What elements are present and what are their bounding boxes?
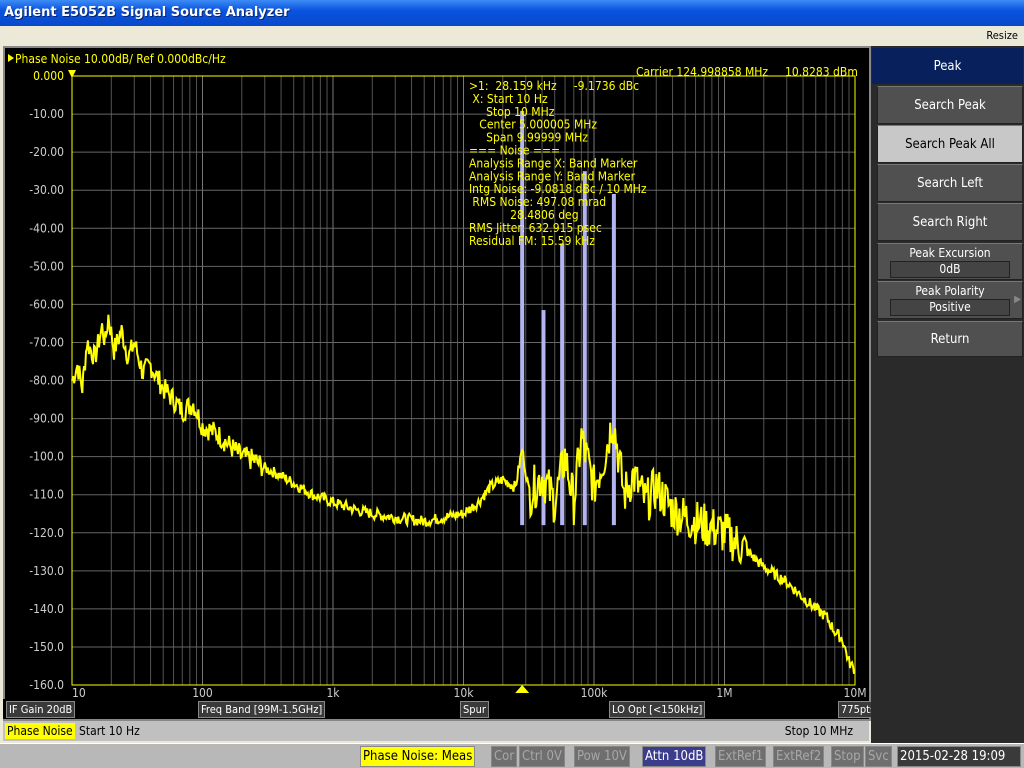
title-bar: Agilent E5052B Signal Source Analyzer [0, 0, 1024, 26]
marker-readout-line: Analysis Range X: Band Marker [469, 156, 638, 170]
trace-header-label: Phase Noise 10.00dB/ Ref 0.000dBc/Hz [15, 52, 226, 66]
softkey-title: Peak [872, 48, 1023, 84]
y-tick-label: -60.00 [29, 297, 64, 311]
y-tick-label: -130.0 [29, 564, 64, 578]
marker-triangle[interactable] [515, 685, 530, 693]
marker-readout-line: >1: 28.159 kHz -9.1736 dBc [469, 79, 639, 93]
chart-svg: Phase Noise 10.00dB/ Ref 0.000dBc/Hz Car… [8, 52, 867, 700]
marker-readout-line: Intg Noise: -9.0818 dBc / 10 MHz [469, 182, 647, 196]
y-tick-label: -50.00 [29, 259, 64, 273]
marker-readout-line: Center 5.000005 MHz [469, 118, 597, 132]
peak-polarity-value: Positive [890, 299, 1010, 316]
reference-marker-icon [68, 70, 76, 78]
y-tick-label: 0.000 [33, 69, 64, 83]
marker-readout-line: Stop 10 MHz [469, 105, 555, 119]
window-title: Agilent E5052B Signal Source Analyzer [4, 5, 290, 20]
y-tick-label: -20.00 [29, 145, 64, 159]
cor-indicator: Cor [491, 746, 518, 767]
phase-noise-chart: Phase Noise 10.00dB/ Ref 0.000dBc/Hz Car… [3, 46, 871, 721]
start-frequency: Start 10 Hz [79, 724, 140, 738]
marker-readout-line: RMS Jitter: 632.915 psec [469, 221, 602, 235]
peak-excursion-label: Peak Excursion [909, 246, 991, 260]
submenu-arrow-icon: ▶ [1014, 294, 1021, 305]
marker-readout-line: X: Start 10 Hz [469, 92, 548, 106]
marker-readout-line: Analysis Range Y: Band Marker [469, 169, 636, 183]
search-peak-button[interactable]: Search Peak [877, 86, 1023, 124]
search-right-button[interactable]: Search Right [877, 203, 1023, 241]
peak-excursion-button[interactable]: Peak Excursion 0dB [877, 243, 1023, 280]
search-left-button[interactable]: Search Left [877, 164, 1023, 202]
status-bar: Phase Noise: Meas Cor Ctrl 0V Pow 10V At… [0, 743, 1024, 768]
x-tick-label: 10k [454, 686, 475, 699]
attn-indicator: Attn 10dB [642, 746, 707, 767]
y-tick-label: -80.00 [29, 374, 64, 388]
x-tick-label: 100 [192, 686, 213, 699]
marker-readout-line: Residual FM: 15.59 kHz [469, 234, 595, 248]
y-tick-label: -90.00 [29, 412, 64, 426]
x-tick-label: 1k [326, 686, 340, 699]
datetime: 2015-02-28 19:09 [897, 746, 1021, 767]
x-tick-label: 100k [581, 686, 609, 699]
peak-polarity-button[interactable]: Peak Polarity Positive ▶ [877, 281, 1023, 319]
peak-excursion-value: 0dB [890, 261, 1010, 278]
y-tick-label: -110.0 [29, 488, 64, 502]
meas-label: Phase Noise [5, 723, 75, 739]
meas-indicator: Phase Noise: Meas [360, 746, 476, 767]
y-tick-label: -160.0 [29, 678, 64, 692]
ctrl-indicator: Ctrl 0V [519, 746, 565, 767]
trace-active-icon [8, 54, 14, 62]
y-tick-label: -140.0 [29, 602, 64, 616]
y-tick-label: -100.0 [29, 450, 64, 464]
extref1-indicator: ExtRef1 [715, 746, 767, 767]
sweep-row: Phase Noise Start 10 Hz Stop 10 MHz [3, 721, 869, 741]
search-peak-all-button[interactable]: Search Peak All [877, 125, 1023, 163]
marker-readout-line: RMS Noise: 497.08 mrad [469, 195, 606, 209]
y-tick-label: -40.00 [29, 221, 64, 235]
spur-bar [611, 193, 616, 526]
pow-indicator: Pow 10V [574, 746, 630, 767]
stop-frequency: Stop 10 MHz [784, 724, 853, 738]
return-button[interactable]: Return [877, 321, 1023, 357]
y-tick-label: -10.00 [29, 107, 64, 121]
x-tick-label: 10M [843, 686, 866, 699]
y-tick-label: -120.0 [29, 526, 64, 540]
carrier-power: 10.8283 dBm [785, 65, 858, 79]
stop-indicator: Stop [831, 746, 864, 767]
marker-readout-line: 28.4806 deg [469, 208, 579, 222]
measurement-status-row: IF Gain 20dB Freq Band [99M-1.5GHz] Spur… [3, 699, 879, 719]
menu-bar: Resize [0, 26, 1024, 46]
y-tick-label: -30.00 [29, 183, 64, 197]
x-tick-label: 10 [72, 686, 86, 699]
svc-indicator: Svc [865, 746, 892, 767]
extref2-indicator: ExtRef2 [773, 746, 825, 767]
marker-readout-line: === Noise === [469, 144, 560, 158]
y-tick-label: -150.0 [29, 640, 64, 654]
y-tick-label: -70.00 [29, 335, 64, 349]
peak-polarity-label: Peak Polarity [915, 284, 985, 298]
spur-bar [560, 243, 565, 526]
marker-readout-line: Span 9.99999 MHz [469, 131, 588, 145]
x-tick-label: 1M [716, 686, 732, 699]
if-gain-button[interactable]: IF Gain 20dB [6, 701, 76, 718]
softkey-panel: Peak Search Peak Search Peak All Search … [871, 46, 1024, 743]
lo-opt-button[interactable]: LO Opt [<150kHz] [609, 701, 706, 718]
spur-button[interactable]: Spur [460, 701, 489, 718]
resize-menu[interactable]: Resize [986, 29, 1018, 42]
freq-band-button[interactable]: Freq Band [99M-1.5GHz] [198, 701, 326, 718]
